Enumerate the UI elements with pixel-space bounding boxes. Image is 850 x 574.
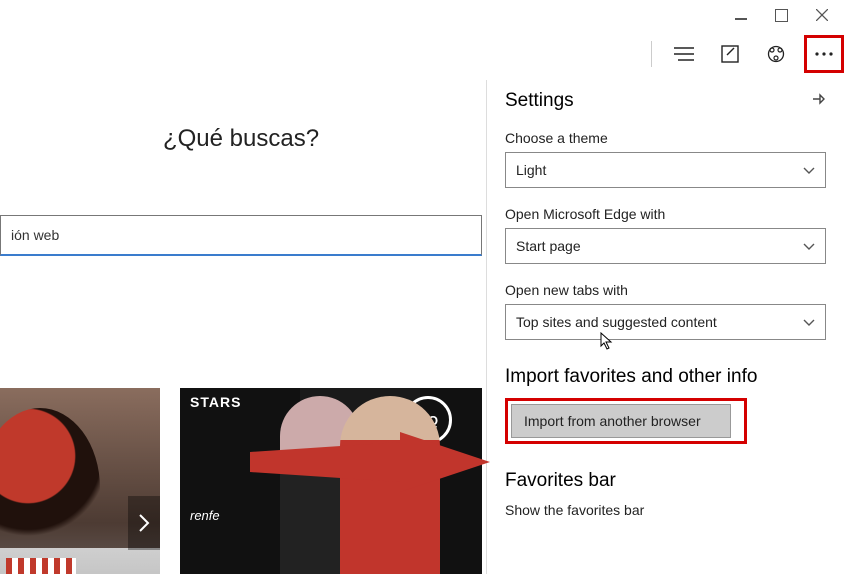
import-from-browser-button[interactable]: Import from another browser bbox=[511, 404, 731, 438]
notes-icon[interactable] bbox=[712, 36, 748, 72]
import-section-title: Import favorites and other info bbox=[505, 366, 826, 388]
import-highlight: Import from another browser bbox=[505, 398, 747, 444]
new-tabs-select[interactable]: Top sites and suggested content bbox=[505, 304, 826, 340]
news-card-2-image[interactable]: STARS STARS GQ renfe DSTARS bbox=[180, 388, 482, 574]
open-with-select[interactable]: Start page bbox=[505, 228, 826, 264]
search-input[interactable]: ión web bbox=[0, 215, 482, 256]
renfe-logo: renfe bbox=[190, 508, 220, 523]
favorites-bar-section-title: Favorites bar bbox=[505, 470, 826, 492]
stars-logo: STARS bbox=[190, 394, 241, 410]
settings-panel: Settings Choose a theme Light Open Micro… bbox=[486, 80, 844, 574]
search-heading: ¿Qué buscas? bbox=[0, 125, 482, 153]
show-favorites-bar-label: Show the favorites bar bbox=[505, 502, 826, 518]
new-tabs-label: Open new tabs with bbox=[505, 282, 826, 298]
theme-label: Choose a theme bbox=[505, 130, 826, 146]
maximize-button[interactable] bbox=[775, 9, 788, 22]
next-arrow-icon[interactable] bbox=[128, 496, 160, 550]
toolbar-separator bbox=[651, 41, 652, 67]
more-button[interactable] bbox=[804, 35, 844, 73]
chevron-down-icon bbox=[803, 314, 815, 330]
card1-image bbox=[0, 408, 100, 568]
reading-view-icon[interactable] bbox=[666, 36, 702, 72]
open-with-label: Open Microsoft Edge with bbox=[505, 206, 826, 222]
news-card-1[interactable]: n Suiza bbox=[0, 388, 160, 574]
close-button[interactable] bbox=[816, 7, 828, 24]
chevron-down-icon bbox=[803, 162, 815, 178]
share-icon[interactable] bbox=[758, 36, 794, 72]
pin-icon[interactable] bbox=[810, 91, 826, 112]
theme-select[interactable]: Light bbox=[505, 152, 826, 188]
chevron-down-icon bbox=[803, 238, 815, 254]
minimize-button[interactable] bbox=[735, 10, 747, 20]
card2-people bbox=[280, 388, 470, 574]
settings-title: Settings bbox=[505, 90, 574, 112]
